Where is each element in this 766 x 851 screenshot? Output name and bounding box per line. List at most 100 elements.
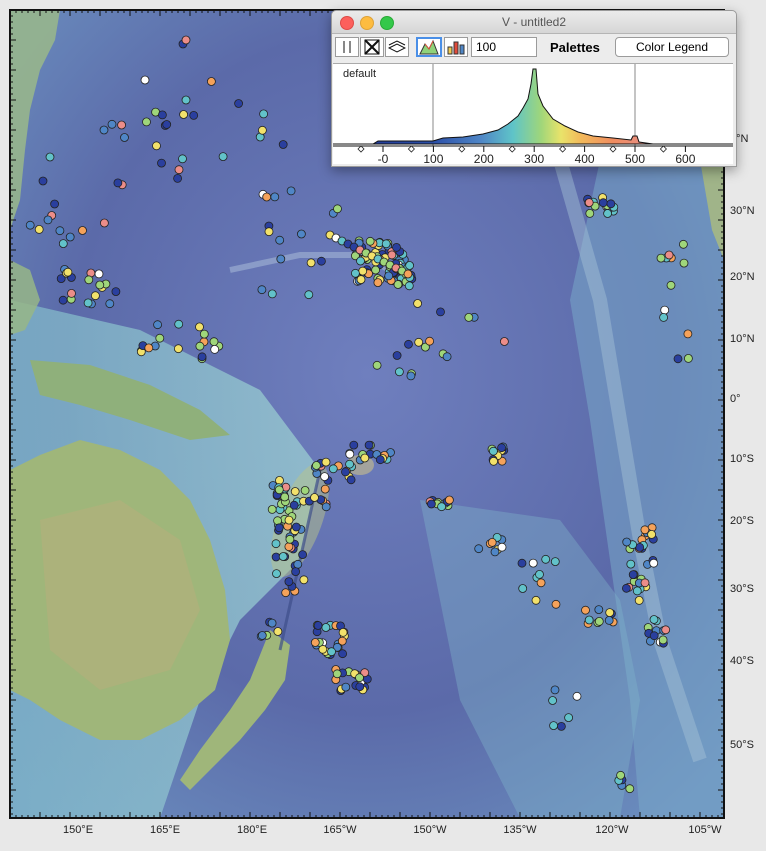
data-point xyxy=(660,305,670,315)
data-point xyxy=(267,289,277,299)
scale-diamond xyxy=(559,145,567,153)
window-titlebar[interactable]: V - untitled2 xyxy=(332,11,736,34)
scale-label: -0 xyxy=(378,152,389,164)
data-point xyxy=(664,250,674,260)
data-point xyxy=(405,261,415,270)
data-point xyxy=(310,493,319,502)
data-point xyxy=(267,504,277,514)
data-point xyxy=(605,608,615,617)
scale-label: 100 xyxy=(423,152,443,164)
data-point xyxy=(321,623,331,632)
palette-histogram-panel[interactable]: default -0 100 200 300 400 500 600 xyxy=(333,63,733,164)
scale-diamond xyxy=(407,145,415,153)
data-point xyxy=(350,268,360,278)
scale-diamond xyxy=(458,145,466,153)
scale-label: 600 xyxy=(675,152,695,164)
data-point xyxy=(372,360,382,370)
data-point xyxy=(105,299,115,309)
data-point xyxy=(273,516,283,526)
data-point xyxy=(628,570,638,579)
scale-label: 400 xyxy=(575,152,595,164)
data-point xyxy=(270,192,280,202)
data-point xyxy=(373,278,383,288)
data-point xyxy=(284,577,294,586)
data-point xyxy=(83,298,93,308)
longitude-labels: 150°E 165°E 180°E 165°W 150°W 135°W 120°W 105°W xyxy=(63,824,722,836)
data-point xyxy=(321,502,331,512)
scale-diamond xyxy=(659,145,667,153)
data-point xyxy=(384,271,394,281)
data-point xyxy=(25,220,35,230)
data-point xyxy=(333,204,342,214)
data-point xyxy=(120,133,129,142)
data-point xyxy=(174,165,184,175)
data-point xyxy=(572,691,582,701)
data-point xyxy=(392,242,401,252)
data-point xyxy=(189,111,199,120)
latitude-label: 30°S xyxy=(730,583,754,595)
data-point xyxy=(358,266,368,276)
data-point xyxy=(272,569,281,578)
data-point xyxy=(209,337,219,347)
data-point xyxy=(541,554,551,564)
data-point xyxy=(195,341,205,351)
data-point xyxy=(392,351,402,360)
bar-chart-icon[interactable] xyxy=(444,37,468,57)
latitude-label: 50°S xyxy=(730,739,754,751)
data-point xyxy=(594,617,604,626)
data-point xyxy=(111,287,121,297)
data-point xyxy=(157,158,166,168)
data-point xyxy=(375,455,385,465)
data-point xyxy=(594,605,604,614)
value-input[interactable]: 100 xyxy=(471,37,537,57)
data-point xyxy=(262,192,272,202)
data-point xyxy=(666,280,676,290)
data-point xyxy=(94,269,104,279)
data-point xyxy=(199,329,209,339)
data-point xyxy=(274,523,284,533)
data-point xyxy=(499,337,509,346)
data-point xyxy=(291,522,301,532)
data-point xyxy=(289,500,299,510)
data-point xyxy=(155,333,165,343)
data-point xyxy=(218,152,228,162)
histogram-area xyxy=(333,68,733,145)
data-point xyxy=(181,95,191,105)
palette-window[interactable]: V - untitled2 100 Palettes Color Legend … xyxy=(331,10,737,167)
palettes-label[interactable]: Palettes xyxy=(550,40,600,55)
data-point xyxy=(413,299,423,308)
data-point xyxy=(497,542,507,552)
data-point xyxy=(406,371,416,381)
data-point xyxy=(356,275,366,285)
data-point xyxy=(487,538,497,547)
data-point xyxy=(585,208,595,218)
data-point xyxy=(173,344,183,354)
data-point xyxy=(162,120,172,129)
data-point xyxy=(360,453,370,463)
data-point xyxy=(284,515,294,525)
data-point xyxy=(616,770,625,780)
color-legend-button[interactable]: Color Legend xyxy=(615,37,729,57)
data-point xyxy=(345,449,355,459)
data-point xyxy=(278,552,288,561)
data-point xyxy=(234,99,244,108)
data-point xyxy=(107,119,117,129)
data-point xyxy=(311,461,321,470)
data-point xyxy=(673,354,683,364)
data-point xyxy=(346,475,356,485)
data-point xyxy=(95,280,105,290)
data-point xyxy=(34,224,44,234)
data-point xyxy=(38,176,48,186)
data-point xyxy=(45,152,55,162)
data-point xyxy=(444,495,454,505)
histogram-icon[interactable] xyxy=(416,37,442,57)
data-point xyxy=(474,544,484,554)
data-point xyxy=(300,485,310,495)
close-x-icon[interactable] xyxy=(360,37,384,57)
data-point xyxy=(179,110,189,119)
data-point xyxy=(536,578,546,588)
data-point xyxy=(153,320,163,330)
split-icon[interactable] xyxy=(335,37,359,57)
scale-label: 500 xyxy=(625,152,645,164)
layers-icon[interactable] xyxy=(385,37,409,57)
